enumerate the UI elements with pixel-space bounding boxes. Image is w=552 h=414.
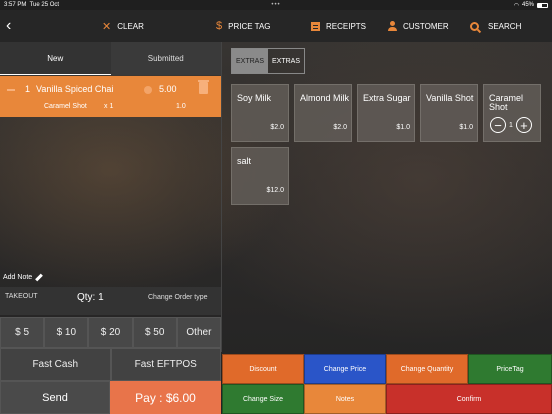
customer-button[interactable]: CUSTOMER — [388, 10, 449, 42]
pencil-icon — [35, 273, 44, 282]
change-quantity-button[interactable]: Change Quantity — [386, 354, 468, 384]
item-soy-milk[interactable]: Soy Milk $2.0 — [231, 84, 289, 142]
item-price: $12.0 — [266, 187, 284, 194]
cash-20-button[interactable]: $ 20 — [88, 317, 133, 348]
item-salt[interactable]: salt $12.0 — [231, 147, 289, 205]
customer-label: CUSTOMER — [403, 21, 449, 31]
fast-eftpos-button[interactable]: Fast EFTPOS — [110, 348, 221, 381]
order-summary: TAKEOUT Qty: 1 Change Order type — [0, 287, 221, 315]
cash-other-button[interactable]: Other — [176, 317, 222, 348]
minus-icon[interactable] — [7, 89, 15, 91]
minus-circle-icon[interactable]: − — [490, 117, 506, 133]
pay-row: Send Pay : $6.00 — [0, 381, 221, 414]
change-price-button[interactable]: Change Price — [304, 354, 386, 384]
plus-circle-icon[interactable]: + — [515, 117, 532, 133]
pay-button[interactable]: Pay : $6.00 — [110, 381, 221, 414]
order-line-qty: 1 — [25, 84, 31, 94]
notes-button[interactable]: Notes — [304, 384, 386, 414]
back-button[interactable]: ‹ — [6, 17, 22, 35]
send-button[interactable]: Send — [0, 381, 110, 414]
item-vanilla-shot[interactable]: Vanilla Shot $1.0 — [420, 84, 478, 142]
wifi-icon: ◠ — [513, 2, 519, 9]
change-order-type-button[interactable]: Change Order type — [148, 294, 208, 301]
order-type: TAKEOUT — [5, 293, 38, 300]
tab-extras-1[interactable]: EXTRAS — [232, 49, 268, 73]
item-price: $1.0 — [459, 124, 473, 131]
add-note-label: Add Note — [3, 274, 33, 281]
quantity-stepper: − 1 + — [490, 117, 532, 133]
clear-label: CLEAR — [117, 21, 144, 31]
confirm-button[interactable]: Confirm — [386, 384, 552, 414]
item-name: Extra Sugar — [363, 93, 411, 103]
order-line-name: Vanilla Spiced Chai — [36, 84, 114, 94]
tab-submitted[interactable]: Submitted — [111, 42, 222, 75]
item-price: $2.0 — [333, 124, 347, 131]
search-label: SEARCH — [488, 21, 522, 31]
order-panel: New Submitted 1 Vanilla Spiced Chai 5.00… — [0, 42, 222, 414]
item-almond-milk[interactable]: Almond Milk $2.0 — [294, 84, 352, 142]
user-icon — [388, 21, 397, 31]
payment-buttons: $ 5 $ 10 $ 20 $ 50 Other Fast Cash Fast … — [0, 317, 222, 414]
price-tag-button[interactable]: $ PRICE TAG — [216, 10, 271, 42]
order-tabs: New Submitted — [0, 42, 221, 75]
top-toolbar: ‹ ✕ CLEAR $ PRICE TAG RECEIPTS CUSTOMER … — [0, 10, 552, 42]
search-icon — [470, 21, 479, 31]
cash-50-button[interactable]: $ 50 — [132, 317, 177, 348]
item-name: Caramel Shot — [489, 93, 524, 112]
category-tabs: EXTRAS EXTRAS — [231, 48, 305, 74]
panel-divider — [221, 42, 222, 352]
dollar-icon: $ — [216, 20, 223, 32]
close-icon: ✕ — [102, 20, 112, 33]
order-qty-total: Qty: 1 — [77, 292, 104, 303]
add-note-button[interactable]: Add Note — [3, 273, 44, 282]
receipts-button[interactable]: RECEIPTS — [311, 10, 366, 42]
item-name: Vanilla Shot — [426, 93, 474, 103]
order-line-item[interactable]: 1 Vanilla Spiced Chai 5.00 Caramel Shot … — [0, 76, 221, 117]
receipts-label: RECEIPTS — [326, 21, 367, 31]
item-name: Almond Milk — [300, 93, 350, 103]
status-bar: 3:57 PM Tue 25 Oct ••• ◠ 45% — [0, 0, 552, 10]
multitask-dots[interactable]: ••• — [64, 2, 488, 8]
status-time: 3:57 PM Tue 25 Oct — [4, 2, 60, 8]
item-price: $2.0 — [270, 124, 284, 131]
tab-new[interactable]: New — [0, 42, 111, 75]
fast-cash-button[interactable]: Fast Cash — [0, 348, 111, 381]
receipt-icon — [311, 21, 320, 31]
battery-percent: 45% — [521, 2, 534, 8]
tab-extras-2[interactable]: EXTRAS — [268, 49, 304, 73]
trash-icon[interactable] — [198, 80, 209, 94]
modifier-name: Caramel Shot — [44, 103, 87, 110]
status-dot-icon — [144, 86, 152, 94]
cash-row: $ 5 $ 10 $ 20 $ 50 Other — [0, 317, 222, 348]
order-line-price: 5.00 — [159, 84, 177, 94]
search-button[interactable]: SEARCH — [470, 10, 521, 42]
discount-button[interactable]: Discount — [222, 354, 304, 384]
item-caramel-shot[interactable]: Caramel Shot − 1 + — [483, 84, 541, 142]
item-name: Soy Milk — [237, 93, 272, 103]
battery-icon — [537, 2, 548, 8]
clear-button[interactable]: ✕ CLEAR — [102, 10, 144, 42]
action-bar: Discount Change Price Change Quantity Pr… — [222, 354, 552, 414]
fast-row: Fast Cash Fast EFTPOS — [0, 348, 221, 381]
item-price: $1.0 — [396, 124, 410, 131]
price-tag-label: PRICE TAG — [228, 21, 271, 31]
cash-10-button[interactable]: $ 10 — [44, 317, 89, 348]
modifier-price: 1.0 — [176, 103, 186, 110]
status-right: ◠ 45% — [488, 2, 548, 9]
change-size-button[interactable]: Change Size — [222, 384, 304, 414]
modifier-qty: x 1 — [104, 103, 114, 110]
item-extra-sugar[interactable]: Extra Sugar $1.0 — [357, 84, 415, 142]
item-qty: 1 — [509, 121, 513, 129]
cash-5-button[interactable]: $ 5 — [0, 317, 45, 348]
item-name: salt — [237, 156, 252, 166]
price-tag-action-button[interactable]: PriceTag — [468, 354, 552, 384]
